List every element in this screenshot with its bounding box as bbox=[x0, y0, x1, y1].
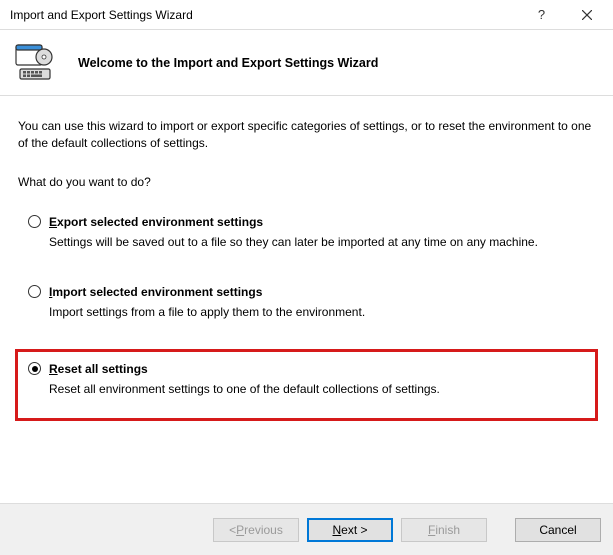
window-title: Import and Export Settings Wizard bbox=[10, 8, 519, 22]
option-desc-2: Reset all environment settings to one of… bbox=[49, 382, 585, 396]
option-label-1: Import selected environment settings bbox=[49, 285, 262, 299]
radio-2[interactable] bbox=[28, 362, 41, 375]
option-desc-0: Settings will be saved out to a file so … bbox=[49, 235, 585, 249]
finish-button: Finish bbox=[401, 518, 487, 542]
option-row-0[interactable]: Export selected environment settings bbox=[28, 215, 585, 229]
option-row-1[interactable]: Import selected environment settings bbox=[28, 285, 585, 299]
close-button[interactable] bbox=[564, 0, 609, 29]
option-label-2: Reset all settings bbox=[49, 362, 148, 376]
prompt-text: What do you want to do? bbox=[18, 175, 595, 189]
wizard-content: You can use this wizard to import or exp… bbox=[0, 96, 613, 451]
close-icon bbox=[582, 10, 592, 20]
option-row-2[interactable]: Reset all settings bbox=[28, 362, 585, 376]
previous-button: < Previous bbox=[213, 518, 299, 542]
wizard-header: Welcome to the Import and Export Setting… bbox=[0, 30, 613, 96]
cancel-button[interactable]: Cancel bbox=[515, 518, 601, 542]
option-2: Reset all settings Reset all environment … bbox=[15, 349, 598, 421]
wizard-footer: < Previous Next > Finish Cancel bbox=[0, 503, 613, 555]
titlebar: Import and Export Settings Wizard ? bbox=[0, 0, 613, 30]
intro-text: You can use this wizard to import or exp… bbox=[18, 118, 595, 153]
help-button[interactable]: ? bbox=[519, 0, 564, 29]
next-button[interactable]: Next > bbox=[307, 518, 393, 542]
radio-1[interactable] bbox=[28, 285, 41, 298]
wizard-icon bbox=[14, 43, 60, 83]
option-label-0: Export selected environment settings bbox=[49, 215, 263, 229]
option-0: Export selected environment settings Sett… bbox=[18, 209, 595, 259]
wizard-title: Welcome to the Import and Export Setting… bbox=[78, 56, 378, 70]
option-desc-1: Import settings from a file to apply the… bbox=[49, 305, 585, 319]
radio-0[interactable] bbox=[28, 215, 41, 228]
option-1: Import selected environment settings Impo… bbox=[18, 279, 595, 329]
